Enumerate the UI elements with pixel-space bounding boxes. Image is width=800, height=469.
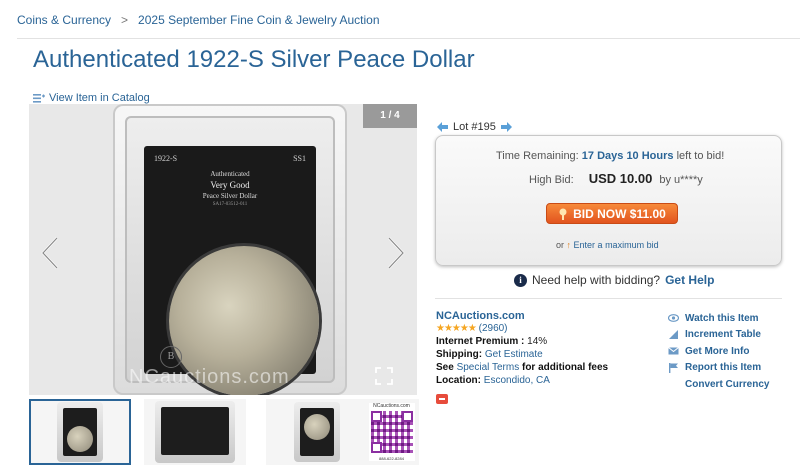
- get-more-info-link[interactable]: Get More Info: [668, 343, 769, 360]
- bid-panel: Time Remaining: 17 Days 10 Hours left to…: [435, 135, 782, 266]
- image-gallery: 1922-S SS1 Authenticated Very Good Peace…: [29, 104, 417, 395]
- slab-serial: SA17-03512-011: [212, 202, 248, 207]
- rating-stars-icon: ★★★★★: [436, 323, 477, 334]
- thumbnail-4-qr-code[interactable]: NCauctions.com 888-622-8284: [364, 399, 419, 465]
- slab-authenticated: Authenticated: [210, 170, 250, 178]
- up-arrow-icon: ↑: [566, 240, 572, 250]
- premium-value: 14%: [527, 336, 548, 347]
- flag-icon: [669, 362, 678, 373]
- high-bidder: by u****y: [659, 174, 703, 186]
- list-icon: [33, 93, 45, 103]
- rating-count-link[interactable]: (2960): [479, 323, 508, 334]
- next-image-arrow-icon[interactable]: [386, 236, 406, 270]
- convert-currency-link[interactable]: Convert Currency: [668, 376, 769, 393]
- thumbnail-strip: NCauctions.com 888-622-8284: [29, 399, 419, 465]
- thumbnail-3[interactable]: [266, 399, 368, 465]
- image-counter: 1 / 4: [363, 104, 417, 128]
- report-item-label: Report this Item: [685, 362, 762, 374]
- breadcrumb-separator: >: [121, 13, 129, 27]
- view-in-catalog-link[interactable]: View Item in Catalog: [33, 92, 150, 104]
- special-terms-link[interactable]: Special Terms: [457, 362, 520, 373]
- high-bid-label: High Bid:: [529, 174, 574, 186]
- increment-table-link[interactable]: Increment Table: [668, 327, 769, 344]
- get-estimate-link[interactable]: Get Estimate: [485, 349, 543, 360]
- qr-title: NCauctions.com: [373, 403, 410, 409]
- breadcrumb-coins-currency[interactable]: Coins & Currency: [17, 13, 111, 27]
- next-lot-arrow-icon[interactable]: [500, 122, 512, 132]
- header-divider: [17, 38, 800, 39]
- breadcrumb: Coins & Currency >2025 September Fine Coi…: [17, 13, 380, 27]
- seller-name-link[interactable]: NCAuctions.com: [436, 310, 525, 322]
- enter-max-bid-link[interactable]: Enter a maximum bid: [574, 240, 659, 250]
- lot-navigation: Lot #195: [437, 121, 512, 133]
- time-remaining-label: Time Remaining:: [496, 150, 579, 162]
- high-bid-amount: USD 10.00: [588, 171, 653, 186]
- increment-icon: [669, 330, 678, 340]
- lot-number: Lot #195: [453, 121, 496, 133]
- time-remaining: Time Remaining: 17 Days 10 Hours left to…: [496, 150, 724, 162]
- share-icon[interactable]: [436, 394, 448, 404]
- fullscreen-icon[interactable]: [374, 366, 394, 386]
- slab-grade-code: SS1: [293, 154, 306, 163]
- view-in-catalog-label: View Item in Catalog: [49, 92, 150, 104]
- terms-suffix: for additional fees: [521, 362, 609, 373]
- section-divider: [435, 298, 782, 299]
- terms-prefix: See: [436, 362, 454, 373]
- slab-type: Peace Silver Dollar: [202, 192, 258, 200]
- mail-icon: [668, 347, 679, 355]
- seller-info: NCAuctions.com ★★★★★ (2960) Internet Pre…: [436, 310, 608, 404]
- watch-item-label: Watch this Item: [685, 312, 759, 324]
- increment-table-label: Increment Table: [685, 329, 761, 341]
- get-more-info-label: Get More Info: [685, 345, 750, 357]
- thumbnail-2[interactable]: [144, 399, 246, 465]
- eye-icon: [668, 314, 679, 323]
- location-value: Escondido, CA: [483, 375, 550, 386]
- slab-mark: B: [160, 346, 182, 368]
- previous-lot-arrow-icon[interactable]: [437, 122, 448, 132]
- convert-currency-label: Convert Currency: [685, 378, 770, 390]
- main-coin-image[interactable]: 1922-S SS1 Authenticated Very Good Peace…: [113, 104, 347, 395]
- report-item-link[interactable]: Report this Item: [668, 360, 769, 377]
- time-remaining-value: 17 Days 10 Hours: [581, 150, 674, 162]
- thumbnail-1[interactable]: [29, 399, 131, 465]
- info-icon: i: [514, 273, 527, 287]
- breadcrumb-auction[interactable]: 2025 September Fine Coin & Jewelry Aucti…: [138, 13, 379, 27]
- shipping-label: Shipping:: [436, 349, 483, 360]
- slab-year: 1922-S: [154, 154, 178, 163]
- watch-item-link[interactable]: Watch this Item: [668, 310, 769, 327]
- bid-now-label: BID NOW $11.00: [573, 206, 666, 221]
- slab-label-window: 1922-S SS1 Authenticated Very Good Peace…: [144, 146, 319, 395]
- get-help-link[interactable]: Get Help: [665, 273, 714, 287]
- bidding-help: i Need help with bidding? Get Help: [514, 273, 714, 287]
- qr-phone: 888-622-8284: [379, 456, 404, 461]
- premium-label: Internet Premium :: [436, 336, 525, 347]
- gavel-icon: [559, 208, 567, 220]
- time-remaining-suffix: left to bid!: [676, 150, 725, 162]
- max-bid-prefix: or: [556, 240, 565, 250]
- slab-grade: Very Good: [210, 180, 250, 190]
- help-text: Need help with bidding?: [532, 273, 661, 287]
- max-bid-line: or ↑ Enter a maximum bid: [556, 240, 659, 250]
- previous-image-arrow-icon[interactable]: [40, 236, 60, 270]
- item-actions: Watch this Item Increment Table Get More…: [668, 310, 769, 393]
- high-bid: High Bid: USD 10.00 by u****y: [529, 171, 703, 186]
- location-label: Location:: [436, 375, 481, 386]
- watermark: NCauctions.com: [129, 366, 290, 388]
- bid-now-button[interactable]: BID NOW $11.00: [546, 203, 678, 224]
- page-title: Authenticated 1922-S Silver Peace Dollar: [33, 46, 475, 73]
